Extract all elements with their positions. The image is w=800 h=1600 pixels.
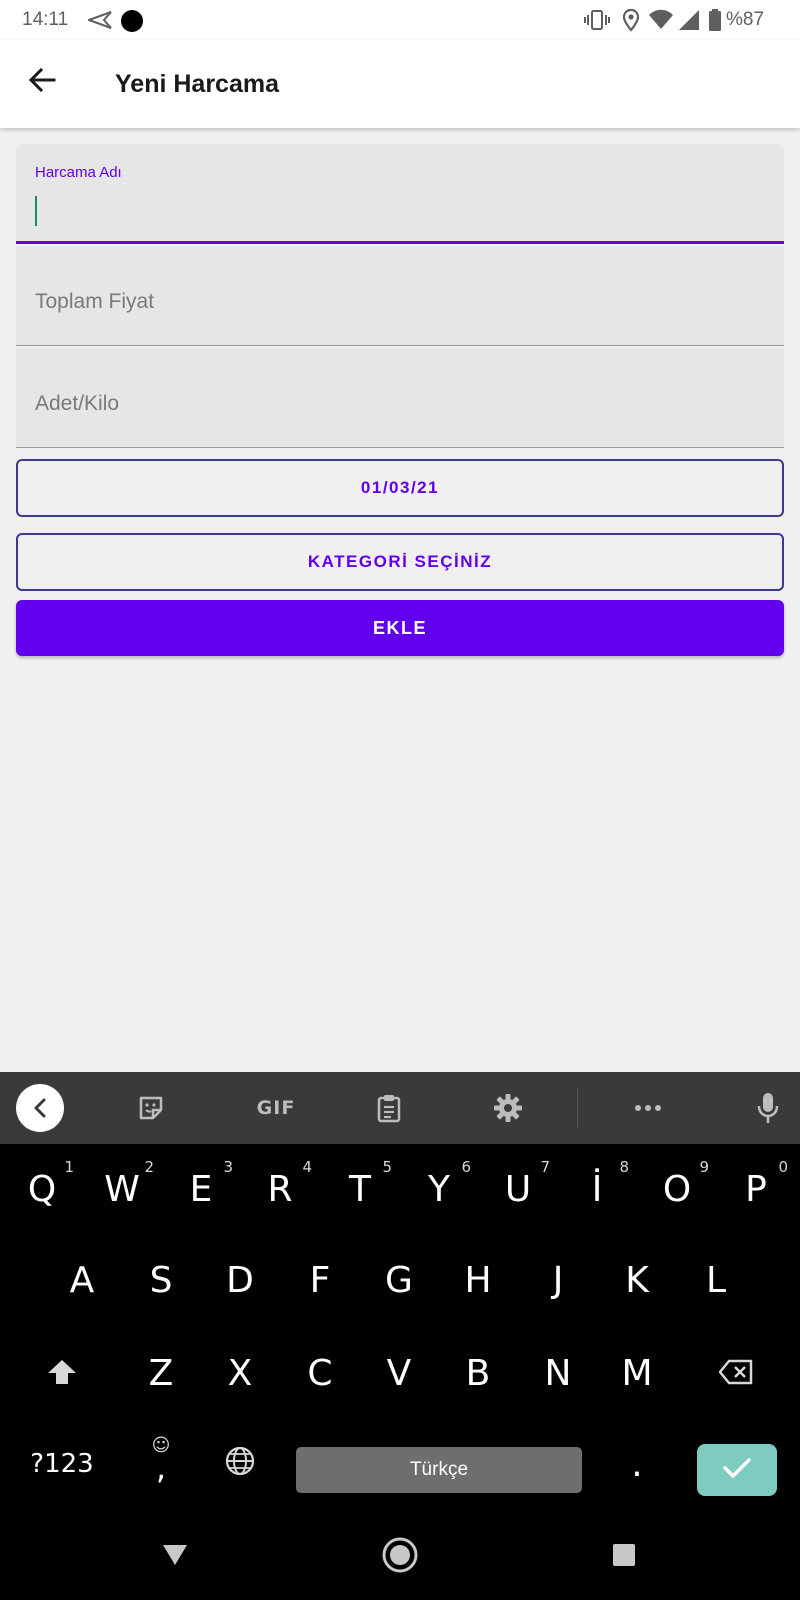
more-horizontal-icon[interactable] xyxy=(630,1090,666,1126)
key-s[interactable]: S xyxy=(121,1235,201,1325)
navigation-bar xyxy=(0,1510,800,1600)
shift-icon xyxy=(47,1353,77,1394)
key-d[interactable]: D xyxy=(200,1235,280,1325)
period-key[interactable]: . xyxy=(597,1419,677,1509)
app-bar: Yeni Harcama xyxy=(0,40,800,128)
symbols-key[interactable]: ?123 xyxy=(22,1419,102,1509)
signal-icon xyxy=(678,9,700,36)
total-price-placeholder: Toplam Fiyat xyxy=(35,290,155,313)
text-cursor xyxy=(35,196,37,226)
key-z[interactable]: Z xyxy=(121,1328,201,1418)
microphone-icon[interactable] xyxy=(750,1090,786,1126)
chevron-left-icon[interactable] xyxy=(16,1084,64,1132)
key-h[interactable]: H xyxy=(438,1235,518,1325)
category-select-button[interactable]: KATEGORİ SEÇİNİZ xyxy=(16,533,784,591)
send-icon xyxy=(86,11,112,34)
key-g[interactable]: G xyxy=(359,1235,439,1325)
square-recents-icon[interactable] xyxy=(599,1530,649,1580)
keyboard-toolbar: GIF xyxy=(0,1072,800,1144)
key-w[interactable]: W2 xyxy=(82,1144,162,1234)
status-time: 14:11 xyxy=(22,9,69,30)
vibrate-icon xyxy=(584,9,610,36)
key-j[interactable]: J xyxy=(518,1235,598,1325)
backspace-key[interactable] xyxy=(696,1328,776,1418)
key-y[interactable]: Y6 xyxy=(399,1144,479,1234)
shift-key[interactable] xyxy=(22,1328,102,1418)
dot-icon xyxy=(120,9,144,38)
clipboard-icon[interactable] xyxy=(371,1090,407,1126)
key-c[interactable]: C xyxy=(280,1328,360,1418)
key-f[interactable]: F xyxy=(280,1235,360,1325)
key-m[interactable]: M xyxy=(597,1328,677,1418)
key-u[interactable]: U7 xyxy=(478,1144,558,1234)
total-price-field[interactable]: Toplam Fiyat xyxy=(16,246,784,346)
backspace-icon xyxy=(718,1353,754,1394)
add-button[interactable]: EKLE xyxy=(16,600,784,656)
globe-icon xyxy=(225,1444,255,1485)
key-t[interactable]: T5 xyxy=(320,1144,400,1234)
gear-icon[interactable] xyxy=(490,1090,526,1126)
key-x[interactable]: X xyxy=(200,1328,280,1418)
back-button[interactable] xyxy=(22,62,62,102)
key-q[interactable]: Q1 xyxy=(2,1144,82,1234)
triangle-back-icon[interactable] xyxy=(150,1530,200,1580)
key-v[interactable]: V xyxy=(359,1328,439,1418)
expense-name-label: Harcama Adı xyxy=(35,164,122,181)
check-icon xyxy=(722,1457,752,1484)
circle-home-icon[interactable] xyxy=(375,1530,425,1580)
wifi-icon xyxy=(648,9,674,36)
key-l[interactable]: L xyxy=(676,1235,756,1325)
page-title: Yeni Harcama xyxy=(115,70,279,98)
key-b[interactable]: B xyxy=(438,1328,518,1418)
location-icon xyxy=(622,8,640,37)
quantity-field[interactable]: Adet/Kilo xyxy=(16,348,784,448)
battery-icon xyxy=(708,8,722,37)
quantity-placeholder: Adet/Kilo xyxy=(35,392,120,415)
sticker-icon[interactable] xyxy=(133,1090,169,1126)
key-dotted-i[interactable]: İ8 xyxy=(557,1144,637,1234)
key-e[interactable]: E3 xyxy=(161,1144,241,1234)
key-k[interactable]: K xyxy=(597,1235,677,1325)
space-key[interactable]: Türkçe xyxy=(296,1447,582,1493)
key-r[interactable]: R4 xyxy=(240,1144,320,1234)
arrow-left-icon xyxy=(28,67,56,98)
gif-button[interactable]: GIF xyxy=(248,1090,304,1126)
key-p[interactable]: P0 xyxy=(716,1144,796,1234)
status-bar: 14:11 %87 xyxy=(0,0,800,40)
date-picker-button[interactable]: 01/03/21 xyxy=(16,459,784,517)
enter-key[interactable] xyxy=(697,1444,777,1496)
gif-label: GIF xyxy=(256,1097,296,1119)
expense-name-field[interactable]: Harcama Adı xyxy=(16,144,784,244)
key-a[interactable]: A xyxy=(42,1235,122,1325)
battery-percent: %87 xyxy=(726,9,765,30)
key-n[interactable]: N xyxy=(518,1328,598,1418)
toolbar-divider xyxy=(577,1088,578,1128)
comma-key[interactable]: ☺ , xyxy=(121,1419,201,1509)
key-o[interactable]: O9 xyxy=(637,1144,717,1234)
language-key[interactable] xyxy=(200,1419,280,1509)
